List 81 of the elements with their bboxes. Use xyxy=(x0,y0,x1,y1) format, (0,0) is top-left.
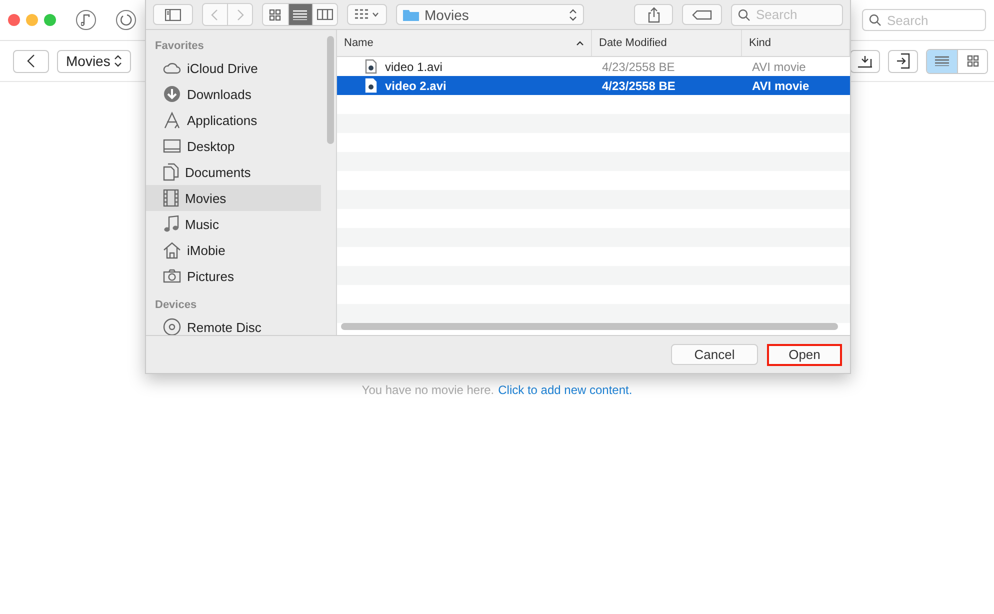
list-view-button[interactable] xyxy=(927,50,957,72)
chevron-left-icon xyxy=(27,54,35,68)
file-kind: AVI movie xyxy=(752,60,806,74)
search-icon xyxy=(869,14,881,26)
icons-view-button[interactable] xyxy=(262,4,288,25)
grid-icon xyxy=(966,55,978,67)
location-dropdown[interactable]: Movies xyxy=(57,50,132,72)
download-icon xyxy=(163,85,181,103)
film-icon xyxy=(163,189,179,207)
up-down-chevron-icon xyxy=(569,8,578,20)
sidebar-item[interactable]: iMobie xyxy=(146,237,321,263)
arrange-grid-icon xyxy=(354,9,369,20)
chevron-right-icon xyxy=(236,8,244,20)
caret-icon xyxy=(372,12,379,17)
refresh-icon xyxy=(120,14,132,26)
column-header[interactable]: Date Modified xyxy=(592,30,742,56)
sidebar-toggle-button[interactable] xyxy=(153,4,193,25)
dialog-button[interactable]: Cancel xyxy=(671,344,758,365)
chevron-left-icon xyxy=(211,8,218,20)
list-icon xyxy=(293,10,308,20)
sidebar-item[interactable]: Documents xyxy=(146,159,321,185)
columns-icon xyxy=(317,9,334,20)
documents-icon xyxy=(163,163,179,181)
date-modified: 4/23/2558 BE xyxy=(602,78,676,92)
grid-view-button[interactable] xyxy=(957,50,987,72)
refresh-button[interactable] xyxy=(116,10,136,30)
tag-button[interactable] xyxy=(682,4,722,25)
search-field[interactable]: Search xyxy=(862,9,986,31)
dialog-button[interactable]: Open xyxy=(767,344,842,366)
file-row[interactable]: video 2.avi 4/23/2558 BE AVI movie xyxy=(337,76,850,95)
empty-message: You have no movie here. xyxy=(362,383,494,397)
sidebar-item[interactable]: Downloads xyxy=(146,81,321,107)
desktop-icon xyxy=(163,139,181,153)
music-note-icon xyxy=(81,14,91,26)
share-button[interactable] xyxy=(634,4,674,25)
sort-ascending-icon xyxy=(576,40,584,46)
cloud-icon xyxy=(163,61,181,75)
file-name: video 1.avi xyxy=(385,60,442,74)
enter-icon xyxy=(896,53,910,69)
list-icon xyxy=(935,56,949,66)
close-button[interactable] xyxy=(8,14,20,26)
share-icon xyxy=(648,6,660,22)
sidebar-heading: Devices xyxy=(154,298,198,313)
folder-icon xyxy=(402,8,419,21)
arrange-button[interactable] xyxy=(346,4,387,25)
sidebar-icon xyxy=(164,8,181,20)
music-button[interactable] xyxy=(76,10,96,30)
applications-icon xyxy=(163,111,181,129)
sidebar-item[interactable]: Pictures xyxy=(146,263,321,289)
music-note-icon xyxy=(163,215,179,233)
tag-icon xyxy=(692,10,712,20)
sidebar-item[interactable]: Remote Disc xyxy=(146,314,321,335)
house-icon xyxy=(163,241,181,259)
camera-icon xyxy=(163,269,181,283)
movie-file-icon xyxy=(365,78,377,93)
tray-arrow-icon xyxy=(857,54,873,68)
file-kind: AVI movie xyxy=(752,78,810,92)
back-button[interactable] xyxy=(13,50,49,72)
sidebar-item[interactable]: Music xyxy=(146,211,321,237)
export-button[interactable] xyxy=(850,50,880,72)
grid-icon xyxy=(269,8,282,20)
import-button[interactable] xyxy=(888,50,918,72)
list-view-button[interactable] xyxy=(288,4,312,25)
add-content-link[interactable]: Click to add new content. xyxy=(498,383,632,397)
sidebar-heading: Favorites xyxy=(154,39,205,54)
sidebar-item[interactable]: iCloud Drive xyxy=(146,55,321,81)
column-header[interactable]: Name xyxy=(337,30,592,56)
sidebar-item[interactable]: Applications xyxy=(146,107,321,133)
scrollbar-thumb[interactable] xyxy=(327,36,334,144)
columns-view-button[interactable] xyxy=(312,4,337,25)
up-down-chevron-icon xyxy=(114,55,122,67)
sidebar-item[interactable]: Movies xyxy=(146,185,321,211)
date-modified: 4/23/2558 BE xyxy=(602,60,675,74)
column-header[interactable]: Kind xyxy=(742,30,850,56)
search-icon xyxy=(738,8,750,20)
sidebar-item[interactable]: Desktop xyxy=(146,133,321,159)
search-field[interactable]: Search xyxy=(731,4,843,26)
movie-file-icon xyxy=(365,59,377,74)
location-dropdown[interactable]: Movies xyxy=(396,4,584,25)
horizontal-scrollbar[interactable] xyxy=(341,323,838,330)
file-name: video 2.avi xyxy=(385,78,446,92)
